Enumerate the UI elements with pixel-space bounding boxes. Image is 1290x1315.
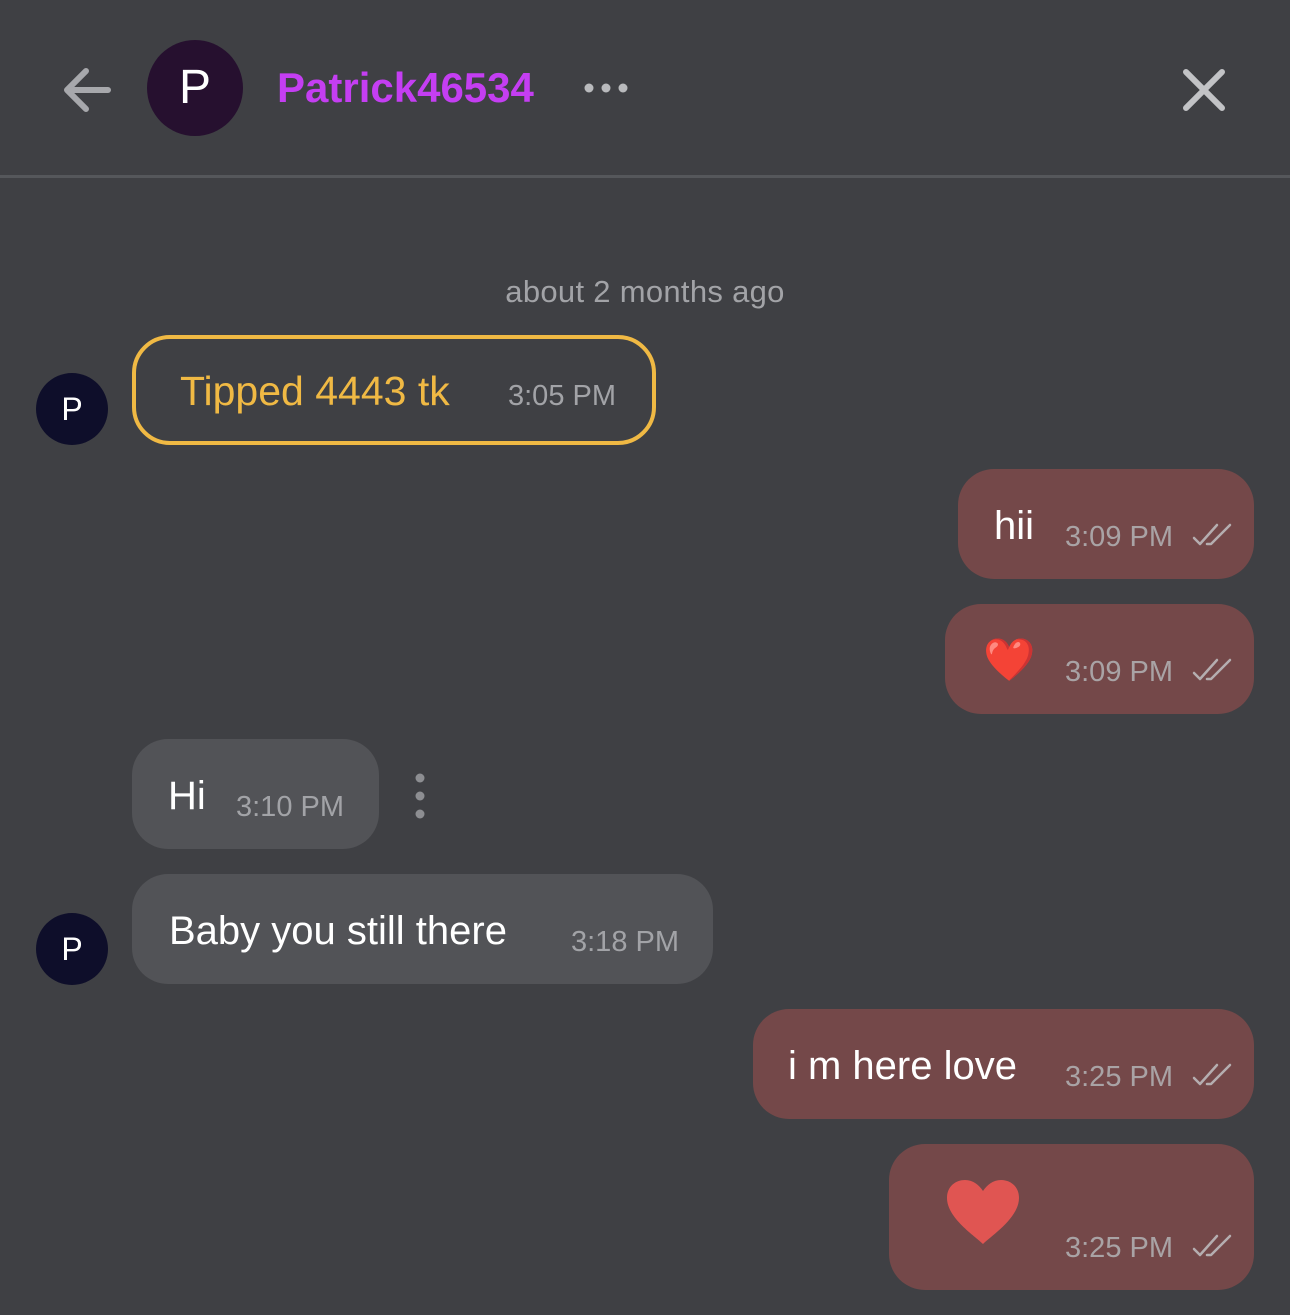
- message-time: 3:05 PM: [508, 380, 616, 412]
- heart-icon: [947, 1180, 1019, 1244]
- message-text: Hi: [168, 774, 206, 818]
- message-text: hii: [994, 504, 1035, 548]
- sender-avatar[interactable]: P: [36, 373, 108, 445]
- back-button[interactable]: [56, 58, 120, 122]
- message-time: 3:09 PM: [1065, 656, 1173, 688]
- arrow-left-icon: [64, 68, 111, 112]
- incoming-message[interactable]: Baby you still there 3:18 PM: [132, 874, 713, 984]
- outgoing-message[interactable]: ❤️ 3:09 PM: [945, 604, 1254, 714]
- incoming-message[interactable]: Hi 3:10 PM: [132, 739, 379, 849]
- message-options-button[interactable]: [404, 770, 436, 826]
- ellipsis-vertical-icon: [415, 773, 425, 819]
- message-text: Baby you still there: [169, 909, 507, 953]
- double-check-icon: [1192, 1063, 1232, 1086]
- message-time: 3:25 PM: [1065, 1061, 1173, 1093]
- message-time: 3:10 PM: [236, 791, 344, 823]
- heart-emoji: ❤️: [983, 636, 1036, 683]
- close-button[interactable]: [1178, 64, 1230, 116]
- message-time: 3:25 PM: [1065, 1232, 1173, 1264]
- contact-avatar[interactable]: P: [147, 40, 243, 136]
- close-icon: [1183, 69, 1225, 111]
- double-check-icon: [1192, 1234, 1232, 1257]
- chat-header: P Patrick46534: [0, 0, 1290, 178]
- contact-username[interactable]: Patrick46534: [277, 62, 534, 114]
- double-check-icon: [1192, 523, 1232, 546]
- tip-message[interactable]: Tipped 4443 tk 3:05 PM: [132, 335, 656, 445]
- outgoing-message[interactable]: i m here love 3:25 PM: [753, 1009, 1254, 1119]
- sender-avatar[interactable]: P: [36, 913, 108, 985]
- tip-text: Tipped 4443 tk: [180, 368, 450, 414]
- date-separator: about 2 months ago: [505, 274, 785, 309]
- message-time: 3:18 PM: [571, 926, 679, 958]
- outgoing-message[interactable]: hii 3:09 PM: [958, 469, 1254, 579]
- outgoing-message[interactable]: 3:25 PM: [889, 1144, 1254, 1290]
- ellipsis-horizontal-icon: [584, 83, 628, 93]
- message-text: i m here love: [788, 1044, 1017, 1088]
- more-options-button[interactable]: [578, 74, 634, 102]
- double-check-icon: [1192, 658, 1232, 681]
- message-time: 3:09 PM: [1065, 521, 1173, 553]
